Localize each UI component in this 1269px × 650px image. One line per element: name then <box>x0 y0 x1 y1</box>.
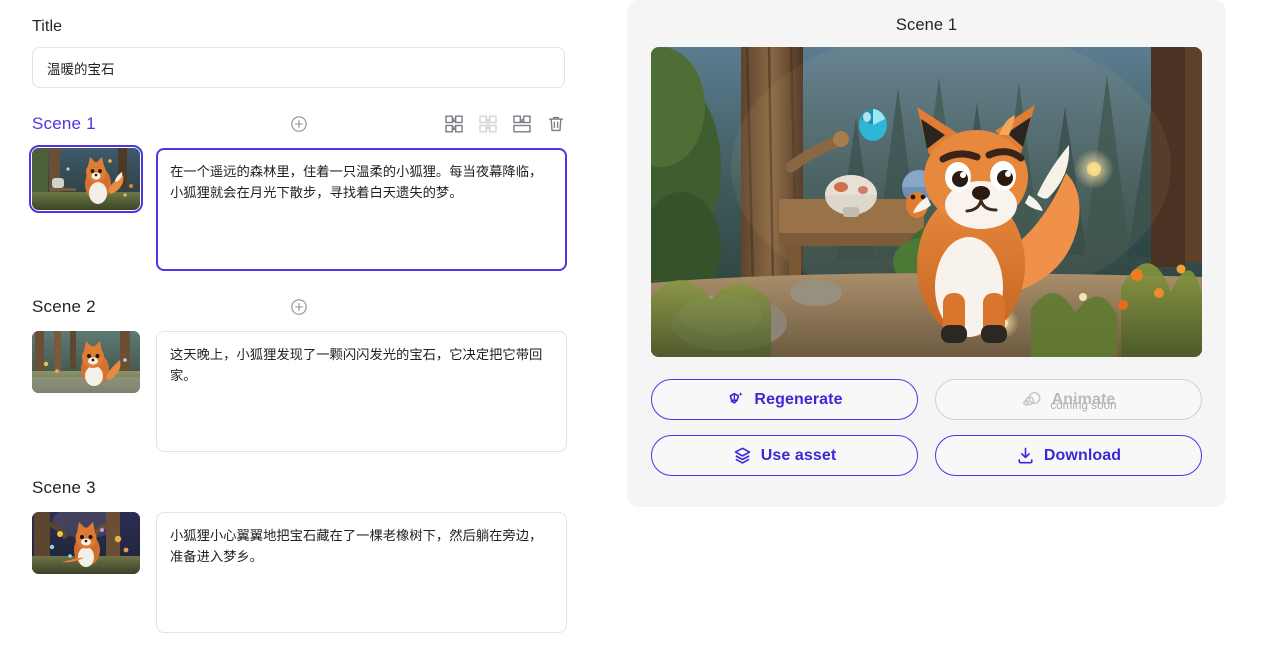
scene-header-2: Scene 2 <box>32 293 565 321</box>
regenerate-button[interactable]: Regenerate <box>651 379 918 420</box>
scene-title-3[interactable]: Scene 3 <box>32 478 96 498</box>
fox-thumbnail-1-image <box>32 148 140 210</box>
delete-icon[interactable] <box>547 115 565 133</box>
scene-thumbnail-1[interactable] <box>29 145 143 213</box>
fox-thumbnail-2-image <box>32 331 140 393</box>
scene-block-3: Scene 3 小狐狸小心翼翼地把宝石藏在了一棵老橡树下，然后躺在旁边，准备进入… <box>32 474 568 633</box>
scene-body-1: 在一个遥远的森林里，住着一只温柔的小狐狸。每当夜幕降临，小狐狸就会在月光下散步，… <box>29 145 568 271</box>
scene-header-1: Scene 1 <box>32 110 565 138</box>
animate-icon <box>1022 390 1043 409</box>
scene-header-3: Scene 3 <box>32 474 565 502</box>
title-input[interactable]: 温暖的宝石 <box>32 47 565 88</box>
download-icon <box>1016 446 1035 465</box>
scene-title-2[interactable]: Scene 2 <box>32 297 96 317</box>
gem <box>859 109 887 141</box>
scene-title-1[interactable]: Scene 1 <box>32 114 96 134</box>
animate-label-stack: Animate coming soon <box>1050 391 1116 411</box>
scene-toolbar <box>445 115 565 133</box>
title-label: Title <box>32 18 63 35</box>
merge-both-icon <box>479 115 497 133</box>
sparkle-icon <box>726 390 745 409</box>
download-button[interactable]: Download <box>935 435 1202 476</box>
scene-editor-app: Title 温暖的宝石 Scene 1 在一个遥远的森林里，住着一只温柔的小狐狸… <box>0 0 1269 650</box>
scene-body-2: 这天晚上，小狐狸发现了一颗闪闪发光的宝石，它决定把它带回家。 <box>32 331 568 452</box>
use-asset-button[interactable]: Use asset <box>651 435 918 476</box>
preview-actions: Regenerate Animate coming soon Use asset… <box>651 379 1202 476</box>
preview-image[interactable] <box>651 47 1202 357</box>
regenerate-label: Regenerate <box>754 390 843 408</box>
use-asset-label: Use asset <box>760 446 837 464</box>
scene-text-3[interactable]: 小狐狸小心翼翼地把宝石藏在了一棵老橡树下，然后躺在旁边，准备进入梦乡。 <box>156 512 567 633</box>
scene-thumbnail-3[interactable] <box>32 512 140 574</box>
download-label: Download <box>1043 446 1122 464</box>
scene-text-1[interactable]: 在一个遥远的森林里，住着一只温柔的小狐狸。每当夜幕降临，小狐狸就会在月光下散步，… <box>156 148 567 271</box>
preview-panel: Scene 1 Regenerate Animate coming soon U… <box>627 0 1226 507</box>
scene-thumbnail-2[interactable] <box>32 331 140 393</box>
animate-sublabel: coming soon <box>1050 399 1117 412</box>
plus-circle-icon <box>291 116 307 132</box>
scene-list-panel: Title 温暖的宝石 Scene 1 在一个遥远的森林里，住着一只温柔的小狐狸… <box>0 0 600 650</box>
layers-icon <box>733 446 752 465</box>
add-scene-button-1[interactable] <box>290 115 308 133</box>
scene-block-1: Scene 1 在一个遥远的森林里，住着一只温柔的小狐狸。每当夜幕降临，小狐狸就… <box>29 110 568 271</box>
scene-block-2: Scene 2 这天晚上，小狐狸发现了一颗闪闪发光的宝石，它决定把它带回家。 <box>32 293 568 452</box>
plus-circle-icon <box>291 299 307 315</box>
scene-body-3: 小狐狸小心翼翼地把宝石藏在了一棵老橡树下，然后躺在旁边，准备进入梦乡。 <box>32 512 568 633</box>
animate-button: Animate coming soon <box>935 379 1202 420</box>
fox-scene-preview-image <box>651 47 1202 357</box>
add-scene-button-2[interactable] <box>290 298 308 316</box>
fox-thumbnail-3-image <box>32 512 140 574</box>
preview-scene-title: Scene 1 <box>895 16 958 34</box>
merge-up-icon[interactable] <box>445 115 463 133</box>
merge-down-icon[interactable] <box>513 115 531 133</box>
scene-text-2[interactable]: 这天晚上，小狐狸发现了一颗闪闪发光的宝石，它决定把它带回家。 <box>156 331 567 452</box>
